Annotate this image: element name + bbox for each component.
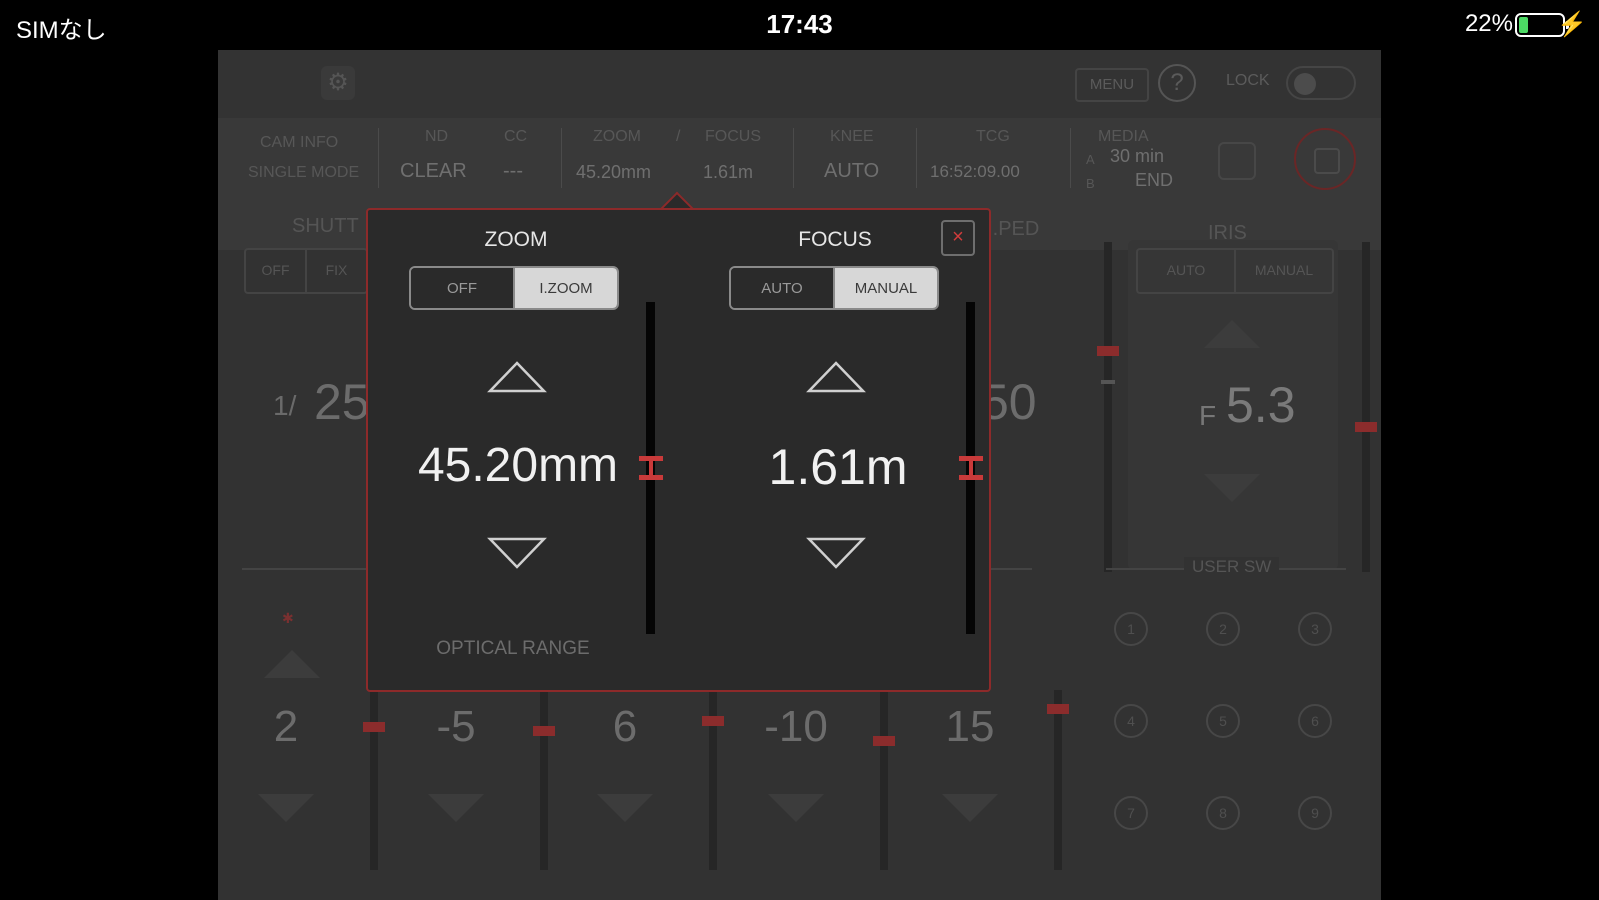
bottom-value: -10 [764, 702, 828, 751]
bottom-down-arrow[interactable] [597, 794, 653, 822]
thumbnail-icon[interactable] [1218, 142, 1256, 180]
tcg-value[interactable]: 16:52:09.00 [930, 162, 1020, 182]
optical-range-label: OPTICAL RANGE [436, 638, 590, 659]
clock: 17:43 [766, 9, 833, 39]
iris-slider-handle[interactable] [1355, 422, 1377, 432]
settings-gear-icon[interactable]: ⚙ [321, 66, 355, 100]
iris-down-arrow[interactable] [1204, 474, 1260, 502]
bottom-down-arrow[interactable] [258, 794, 314, 822]
zoom-focus-popup: ZOOM OFF I.ZOOM 45.20mm OPTICAL RANGE FO… [366, 208, 991, 692]
bottom-value: 2 [273, 702, 299, 751]
nd-label: ND [425, 128, 449, 145]
help-icon[interactable]: ? [1158, 64, 1196, 102]
lock-label: LOCK [1226, 72, 1270, 89]
user-button[interactable]: 1 [1114, 612, 1148, 646]
zoom-up-arrow[interactable] [487, 360, 547, 394]
user-button[interactable]: 7 [1114, 796, 1148, 830]
iris-auto-option[interactable]: AUTO [1138, 250, 1234, 292]
shutter-prefix: 1/ [273, 390, 297, 421]
zoom-mode-segment[interactable]: OFF I.ZOOM [409, 266, 619, 310]
iris-mode-segment[interactable]: AUTO MANUAL [1136, 248, 1334, 294]
user-button-grid: 1 2 3 4 5 6 7 8 9 [1098, 598, 1358, 868]
zoom-info-value[interactable]: 45.20mm [576, 162, 651, 183]
nd-value[interactable]: CLEAR [400, 160, 467, 183]
focus-info-label: FOCUS [705, 128, 761, 145]
zoom-izoom-option[interactable]: I.ZOOM [513, 268, 617, 308]
record-button[interactable] [1294, 128, 1356, 190]
user-sw-label: USER SW [1184, 557, 1280, 577]
zoom-slider-handle[interactable] [639, 456, 663, 480]
iris-manual-option[interactable]: MANUAL [1234, 250, 1332, 292]
shutter-mode-segment[interactable]: OFF FIX [244, 248, 368, 294]
user-button[interactable]: 8 [1206, 796, 1240, 830]
tcg-label: TCG [976, 128, 1010, 145]
user-button[interactable]: 6 [1298, 704, 1332, 738]
zoom-title: ZOOM [484, 228, 548, 251]
shutter-fix-option[interactable]: FIX [305, 250, 366, 292]
zoom-down-arrow[interactable] [487, 536, 547, 570]
iris-value: 5.3 [1226, 377, 1296, 433]
bottom-value-row: 2 -5 6 -10 15 [218, 690, 1118, 900]
battery-percent: 22% [1464, 10, 1513, 37]
focus-up-arrow[interactable] [806, 360, 866, 394]
zoom-value: 45.20mm [417, 439, 619, 492]
close-button[interactable]: × [941, 220, 975, 256]
knee-value[interactable]: AUTO [824, 160, 879, 183]
user-button[interactable]: 9 [1298, 796, 1332, 830]
bottom-slider-handle[interactable] [873, 736, 895, 746]
mode-label: SINGLE MODE [248, 164, 360, 181]
focus-title: FOCUS [798, 228, 872, 251]
shutter-value: 25 [314, 374, 370, 430]
focus-auto-option[interactable]: AUTO [731, 268, 833, 308]
bottom-down-arrow[interactable] [768, 794, 824, 822]
zoom-off-option[interactable]: OFF [411, 268, 513, 308]
bottom-down-arrow[interactable] [942, 794, 998, 822]
speed-slider-handle[interactable] [1097, 346, 1119, 356]
focus-mode-segment[interactable]: AUTO MANUAL [729, 266, 939, 310]
user-button[interactable]: 3 [1298, 612, 1332, 646]
bottom-value: 15 [945, 702, 995, 751]
zoom-info-label: ZOOM [593, 128, 641, 145]
focus-down-arrow[interactable] [806, 536, 866, 570]
media-label: MEDIA [1098, 128, 1149, 145]
bottom-slider-handle[interactable] [533, 726, 555, 736]
top-bar: ⚙ MENU ? LOCK [218, 50, 1381, 118]
focus-slider-handle[interactable] [959, 456, 983, 480]
zoom-slider-track[interactable] [639, 302, 663, 634]
bottom-down-arrow[interactable] [428, 794, 484, 822]
shutter-label: SHUTT [292, 215, 359, 237]
cc-value[interactable]: --- [503, 160, 523, 183]
iris-up-arrow[interactable] [1204, 320, 1260, 348]
menu-button[interactable]: MENU [1075, 68, 1149, 102]
media-b-label: B [1086, 176, 1095, 191]
user-button[interactable]: 2 [1206, 612, 1240, 646]
focus-slider-track[interactable] [959, 302, 983, 634]
bottom-slider-handle[interactable] [363, 722, 385, 732]
focus-value: 1.61m [768, 439, 908, 495]
media-b-value: END [1135, 170, 1174, 190]
lock-toggle[interactable] [1286, 66, 1356, 100]
bottom-value: 6 [612, 702, 638, 751]
bottom-value: -5 [436, 702, 476, 751]
focus-info-value[interactable]: 1.61m [703, 162, 753, 183]
bottom-slider-handle[interactable] [1047, 704, 1069, 714]
knee-label: KNEE [830, 128, 874, 145]
gain-up-arrow[interactable] [264, 650, 320, 678]
focus-manual-option[interactable]: MANUAL [833, 268, 937, 308]
user-button[interactable]: 4 [1114, 704, 1148, 738]
cam-info-label[interactable]: CAM INFO [260, 134, 338, 152]
status-bar: SIMなし 17:43 22% ⚡ [0, 0, 1599, 50]
user-button[interactable]: 5 [1206, 704, 1240, 738]
media-a-value: 30 min [1110, 146, 1165, 166]
bottom-slider-handle[interactable] [702, 716, 724, 726]
iris-prefix: F [1199, 400, 1217, 431]
cc-label: CC [504, 128, 528, 145]
media-a-label: A [1086, 152, 1095, 167]
shutter-off-option[interactable]: OFF [246, 250, 305, 292]
charging-icon: ⚡ [1557, 11, 1587, 38]
